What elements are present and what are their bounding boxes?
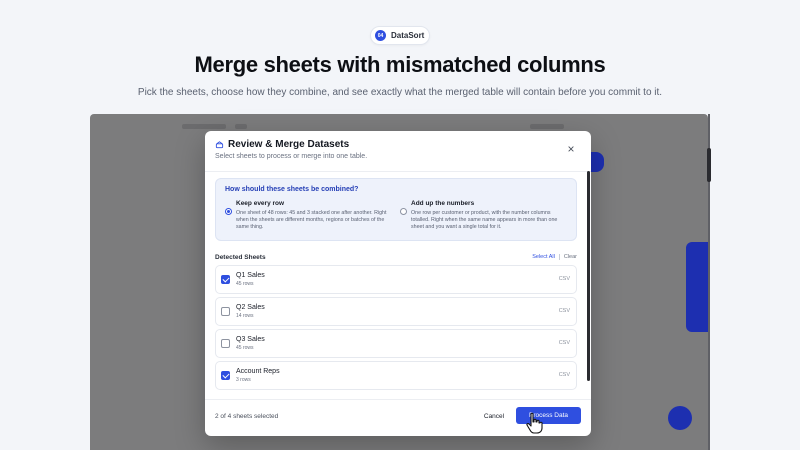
sheet-name: Q2 Sales xyxy=(236,304,265,311)
modal-title: Review & Merge Datasets xyxy=(228,139,350,150)
modal-scrollbar[interactable] xyxy=(586,165,591,387)
option-title: Keep every row xyxy=(236,200,285,207)
option-add-up-numbers[interactable]: Add up the numbers One row per customer … xyxy=(400,200,565,231)
sheet-list: Q1 Sales 45 rows CSV Q2 Sales 14 rows CS… xyxy=(215,265,577,393)
cancel-button[interactable]: Cancel xyxy=(481,408,507,424)
brand-name: DataSort xyxy=(391,31,425,40)
modal-scrollbar-thumb[interactable] xyxy=(587,171,590,381)
ghost-toolbar xyxy=(182,124,226,129)
sheet-checkbox[interactable] xyxy=(221,371,230,380)
option-keep-every-row[interactable]: Keep every row One sheet of 48 rows: 45 … xyxy=(225,200,390,231)
sheet-row-q3-sales[interactable]: Q3 Sales 45 rows CSV xyxy=(215,329,577,358)
sheet-checkbox[interactable] xyxy=(221,339,230,348)
radio-add-up-numbers[interactable] xyxy=(400,208,407,215)
sheet-name: Account Reps xyxy=(236,368,280,375)
option-description: One row per customer or product, with th… xyxy=(411,210,558,231)
modal-title-row: Review & Merge Datasets xyxy=(215,139,581,150)
sheet-row-q1-sales[interactable]: Q1 Sales 45 rows CSV xyxy=(215,265,577,294)
ghost-fab xyxy=(668,406,692,430)
combine-options: Keep every row One sheet of 48 rows: 45 … xyxy=(225,200,567,231)
divider xyxy=(558,254,560,260)
radio-keep-every-row[interactable] xyxy=(225,208,232,215)
sheet-type-badge: CSV xyxy=(558,340,570,346)
select-all-link[interactable]: Select All xyxy=(532,254,555,260)
close-icon[interactable]: × xyxy=(565,143,577,155)
brand-badge: 04 DataSort xyxy=(370,26,430,45)
sheet-text: Q3 Sales 45 rows xyxy=(236,336,265,351)
page-title: Merge sheets with mismatched columns xyxy=(194,52,606,77)
sheet-row-account-reps[interactable]: Account Reps 3 rows CSV xyxy=(215,361,577,390)
sheets-actions: Select All Clear xyxy=(532,254,577,260)
sheet-checkbox[interactable] xyxy=(221,275,230,284)
modal-subtitle: Select sheets to process or merge into o… xyxy=(215,153,368,160)
combine-question: How should these sheets be combined? xyxy=(225,186,359,193)
sheet-row-count: 3 rows xyxy=(236,377,251,383)
sheet-text: Account Reps 3 rows xyxy=(236,368,280,383)
option-text: Keep every row One sheet of 48 rows: 45 … xyxy=(236,200,390,231)
selection-count: 2 of 4 sheets selected xyxy=(215,413,279,420)
sheet-name: Q3 Sales xyxy=(236,336,265,343)
sheet-name: Q1 Sales xyxy=(236,272,265,279)
page-subtitle: Pick the sheets, choose how they combine… xyxy=(137,87,663,98)
clear-link[interactable]: Clear xyxy=(564,254,577,260)
stack-icon xyxy=(215,141,224,149)
sheet-type-badge: CSV xyxy=(558,372,570,378)
sheet-type-badge: CSV xyxy=(558,276,570,282)
option-description: One sheet of 48 rows: 45 and 3 stacked o… xyxy=(236,210,387,231)
sheet-type-badge: CSV xyxy=(558,308,570,314)
ghost-toolbar xyxy=(235,124,247,129)
modal-divider xyxy=(205,171,591,172)
merge-modal: Review & Merge Datasets Select sheets to… xyxy=(205,131,591,436)
combine-mode-panel: How should these sheets be combined? Kee… xyxy=(215,178,577,241)
modal-header: Review & Merge Datasets Select sheets to… xyxy=(215,139,581,165)
sheet-row-q2-sales[interactable]: Q2 Sales 14 rows CSV xyxy=(215,297,577,326)
ghost-panel xyxy=(686,242,708,332)
sheet-row-count: 14 rows xyxy=(236,313,254,319)
sheets-label: Detected Sheets xyxy=(215,253,266,261)
option-text: Add up the numbers One row per customer … xyxy=(411,200,565,231)
sheet-text: Q1 Sales 45 rows xyxy=(236,272,265,287)
sheet-row-count: 45 rows xyxy=(236,281,254,287)
sheet-row-count: 45 rows xyxy=(236,345,254,351)
sheet-checkbox[interactable] xyxy=(221,307,230,316)
page-scrollbar[interactable] xyxy=(707,114,711,450)
brand-logo-icon: 04 xyxy=(375,30,386,41)
ghost-button xyxy=(590,152,604,172)
page-scrollbar-thumb[interactable] xyxy=(707,148,711,182)
ghost-toolbar xyxy=(530,124,564,129)
option-title: Add up the numbers xyxy=(411,200,475,207)
sheets-header: Detected Sheets Select All Clear xyxy=(215,252,577,262)
sheet-text: Q2 Sales 14 rows xyxy=(236,304,265,319)
hand-pointer-icon xyxy=(526,412,543,434)
